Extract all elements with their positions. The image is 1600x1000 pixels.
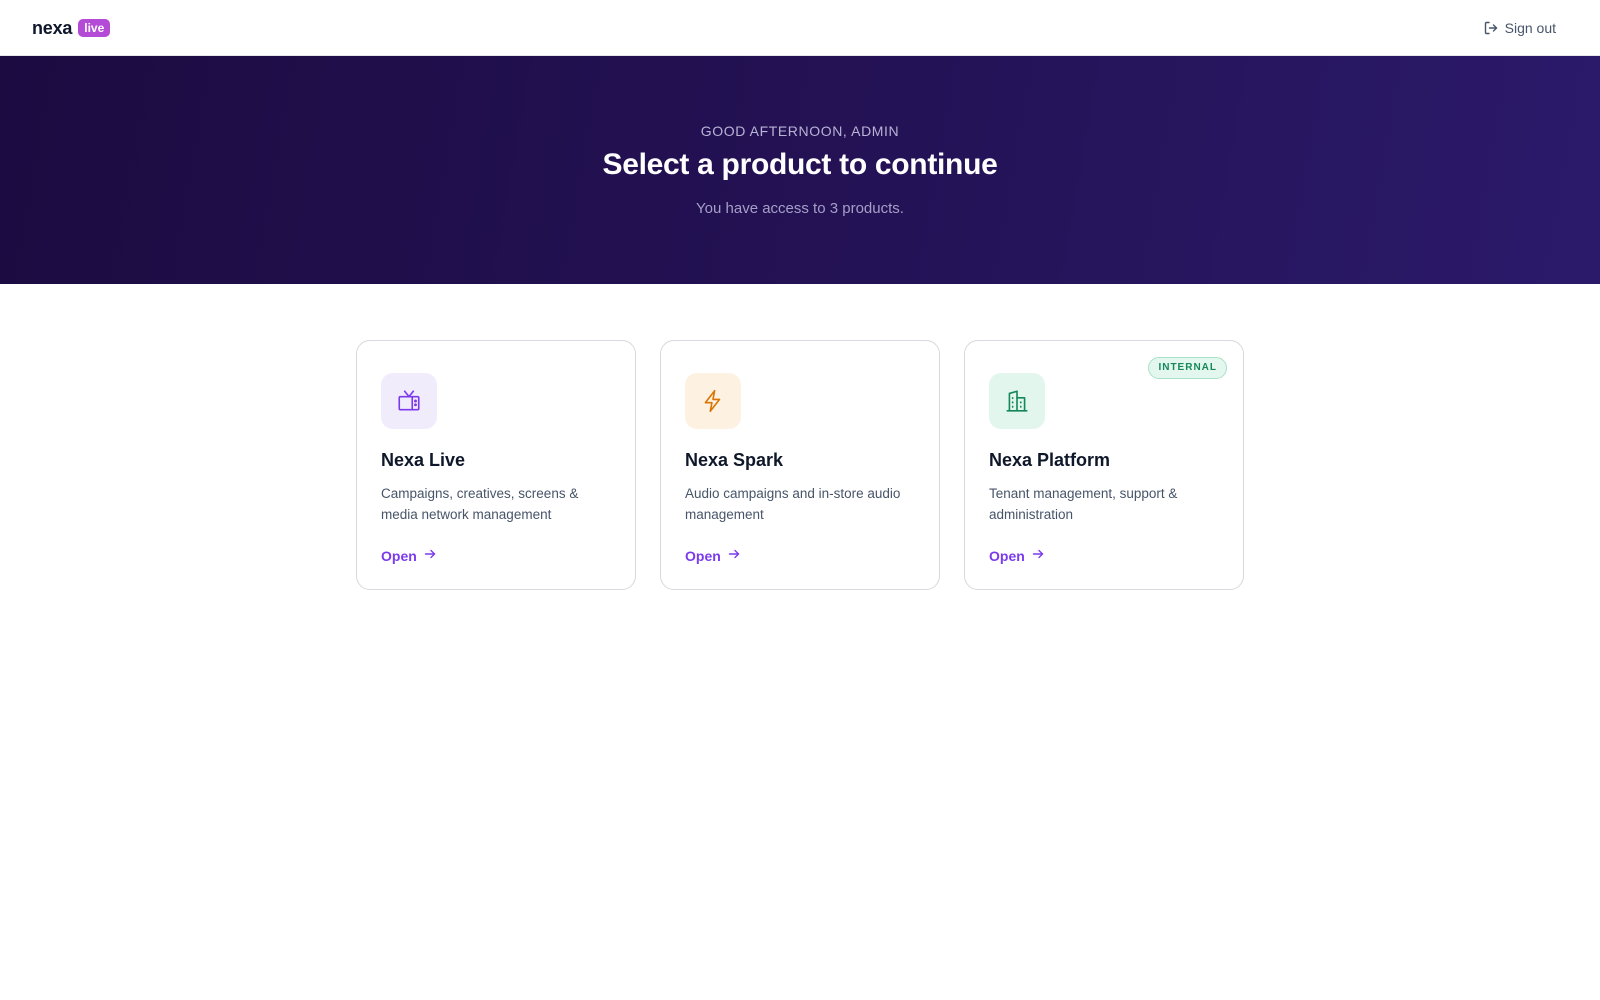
internal-badge: INTERNAL [1148,357,1227,379]
product-description: Campaigns, creatives, screens & media ne… [381,486,579,522]
open-label: Open [381,547,417,564]
page-title: Select a product to continue [602,148,998,181]
building-icon [989,373,1045,429]
page-subtitle: You have access to 3 products. [696,200,904,217]
open-link[interactable]: Open [685,547,741,564]
brand-logo[interactable]: nexa live [32,17,111,39]
open-link[interactable]: Open [989,547,1045,564]
product-card-nexa-platform[interactable]: INTERNAL Nexa Platform Tenant management… [964,340,1244,590]
product-title: Nexa Live [381,450,466,470]
brand-badge: live [78,19,111,37]
product-title: Nexa Spark [685,450,784,470]
hero-banner: GOOD AFTERNOON, ADMIN Select a product t… [0,56,1600,284]
product-description: Audio campaigns and in-store audio manag… [685,486,901,522]
sign-out-icon [1483,20,1499,36]
open-label: Open [989,547,1025,564]
sign-out-label: Sign out [1504,20,1556,36]
lightning-icon [685,373,741,429]
tv-icon [381,373,437,429]
product-card-nexa-spark[interactable]: Nexa Spark Audio campaigns and in-store … [660,340,940,590]
product-list: Nexa Live Campaigns, creatives, screens … [356,340,1244,590]
greeting: GOOD AFTERNOON, ADMIN [700,123,900,139]
arrow-right-icon [727,547,741,564]
arrow-right-icon [1031,547,1045,564]
product-title: Nexa Platform [989,450,1111,470]
brand-name: nexa [32,17,73,38]
open-link[interactable]: Open [381,547,437,564]
product-card-nexa-live[interactable]: Nexa Live Campaigns, creatives, screens … [356,340,636,590]
sign-out-button[interactable]: Sign out [1483,18,1556,38]
top-bar: nexa live Sign out [0,0,1600,56]
open-label: Open [685,547,721,564]
product-description: Tenant management, support & administrat… [989,486,1178,522]
arrow-right-icon [423,547,437,564]
